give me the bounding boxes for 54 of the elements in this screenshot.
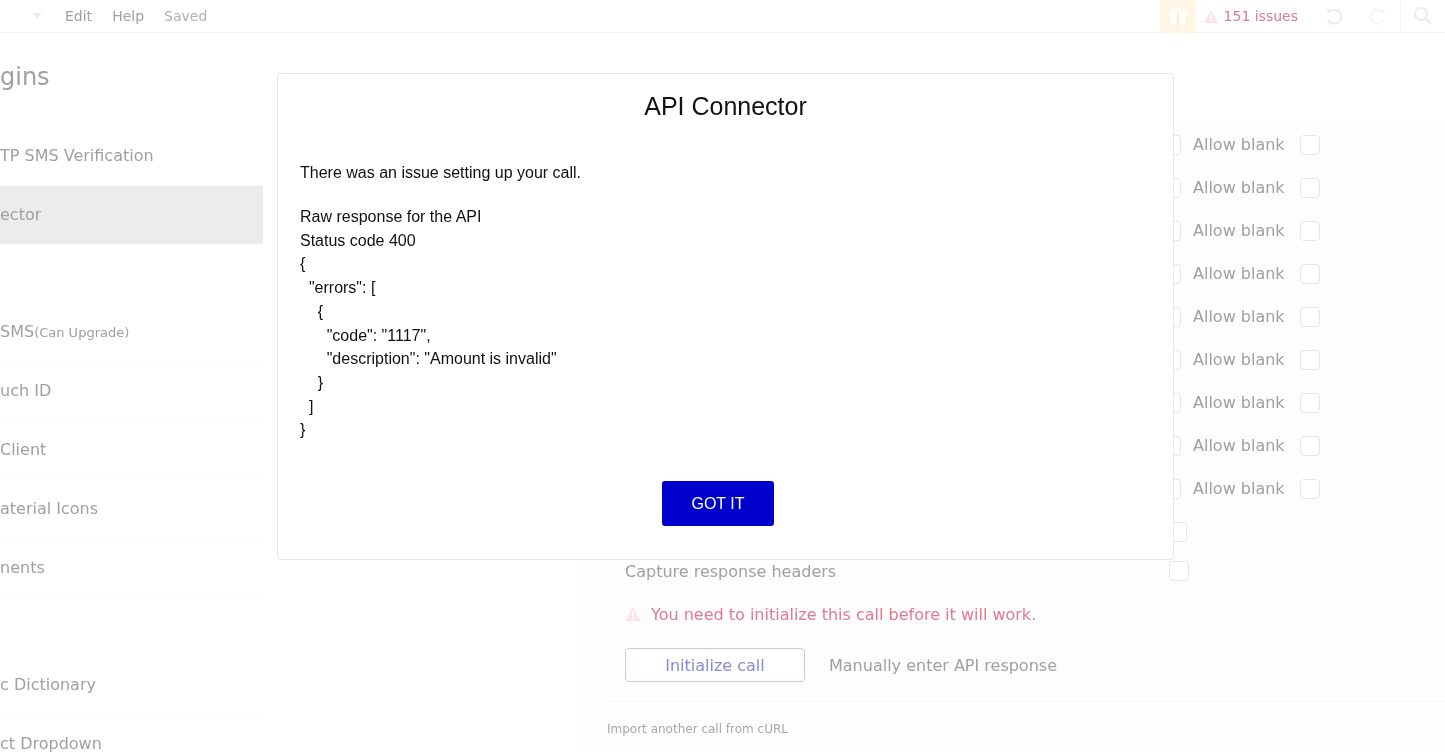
plugin-item[interactable]: nents xyxy=(0,539,263,598)
save-status: Saved xyxy=(164,8,208,24)
allow-blank-label: Allow blank xyxy=(1193,307,1286,326)
response-line: Raw response for the API xyxy=(300,207,483,227)
allow-blank-checkbox[interactable] xyxy=(1300,306,1320,327)
response-line: } xyxy=(316,372,325,393)
allow-blank-label: Allow blank xyxy=(1193,221,1286,240)
manual-response-link[interactable]: Manually enter API response xyxy=(829,655,1057,675)
menu-item[interactable]: Help xyxy=(112,8,145,24)
response-line: "description": "Amount is invalid" xyxy=(325,349,558,370)
response-line: { xyxy=(316,301,325,322)
response-line: "code": "1117", xyxy=(325,325,432,346)
response-line: } xyxy=(300,420,307,441)
page-heading: gins xyxy=(0,63,51,93)
allow-blank-checkbox[interactable] xyxy=(1300,263,1320,284)
allow-blank-checkbox[interactable] xyxy=(1300,134,1320,155)
response-line: Status code 400 xyxy=(300,230,417,251)
error-message: There was an issue setting up your call. xyxy=(300,164,583,182)
plugin-item[interactable]: ct Dropdown xyxy=(0,715,263,752)
warning-icon xyxy=(1203,9,1218,23)
allow-blank-label: Allow blank xyxy=(1193,479,1286,498)
issues-count[interactable]: 151 issues xyxy=(1223,8,1298,24)
allow-blank-label: Allow blank xyxy=(1193,264,1286,283)
warning-icon xyxy=(625,607,641,621)
plugin-item[interactable]: c Dictionary xyxy=(0,656,263,715)
allow-blank-checkbox[interactable] xyxy=(1300,435,1320,456)
capture-headers-label: Capture response headers xyxy=(625,561,838,581)
gift-icon xyxy=(1167,7,1188,25)
menu-item[interactable]: Edit xyxy=(65,8,93,24)
got-it-button[interactable]: GOT IT xyxy=(662,481,774,527)
plugin-item[interactable]: uch ID xyxy=(0,362,263,421)
allow-blank-label: Allow blank xyxy=(1193,178,1286,197)
allow-blank-checkbox[interactable] xyxy=(1300,177,1320,198)
allow-blank-checkbox[interactable] xyxy=(1300,392,1320,413)
plugin-item[interactable]: aterial Icons xyxy=(0,480,263,539)
capture-headers-checkbox[interactable] xyxy=(1169,561,1189,581)
allow-blank-checkbox[interactable] xyxy=(1300,349,1320,370)
plugin-item[interactable]: Client xyxy=(0,421,263,480)
allow-blank-label: Allow blank xyxy=(1193,350,1286,369)
response-line: { xyxy=(300,254,307,275)
gift-button[interactable] xyxy=(1159,0,1196,33)
dialog-title: API Connector xyxy=(643,92,808,121)
response-line: "errors": [ xyxy=(307,278,377,299)
allow-blank-checkbox[interactable] xyxy=(1300,478,1320,499)
allow-blank-label: Allow blank xyxy=(1193,436,1286,455)
import-curl-link[interactable]: Import another call from cURL xyxy=(607,722,1445,736)
plugin-item[interactable]: SMS(Can Upgrade) xyxy=(0,303,263,362)
response-line: ] xyxy=(307,396,315,417)
warning-message: You need to initialize this call before it will work. xyxy=(651,604,1037,624)
allow-blank-checkbox[interactable] xyxy=(1300,220,1320,241)
allow-blank-label: Allow blank xyxy=(1193,393,1286,412)
plugin-item[interactable]: ector xyxy=(0,186,263,245)
initialize-call-button[interactable]: Initialize call xyxy=(625,648,805,682)
allow-blank-label: Allow blank xyxy=(1193,135,1286,154)
